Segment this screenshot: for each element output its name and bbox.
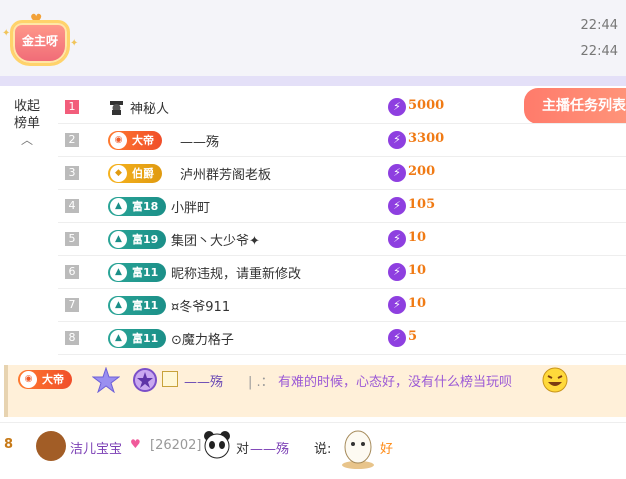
chat-username[interactable]: ——殇 xyxy=(184,371,223,390)
badge-emblem-icon: ◆ xyxy=(110,165,127,182)
ranking-row[interactable]: 7 ▲ 富11 ¤冬爷911 ⚡ 10 xyxy=(58,289,626,322)
badge-label: 大帝 xyxy=(132,134,154,147)
say-label: 说: xyxy=(314,442,332,457)
badge-label: 大帝 xyxy=(42,373,64,386)
badge-label: 富11 xyxy=(132,299,159,312)
score-value: 10 xyxy=(408,230,427,245)
crest-medal-icon xyxy=(133,368,157,392)
rank-number: 2 xyxy=(65,133,79,147)
gift-target-name[interactable]: ——殇 xyxy=(250,438,289,457)
collapse-ranking-button[interactable]: 收起 榜单 ︿ xyxy=(10,98,44,149)
rank-number: 6 xyxy=(65,265,79,279)
rank-number: 3 xyxy=(65,166,79,180)
ranking-row[interactable]: 2 ◉ 大帝 ——殇 ⚡ 3300 xyxy=(58,124,626,157)
chat-text: 有难的时候，心态好，没有什么榜当玩呗 xyxy=(278,375,513,390)
score-value: 10 xyxy=(408,296,427,311)
user-name[interactable]: 泸州群芳阁老板 xyxy=(180,164,271,183)
lightning-icon: ⚡ xyxy=(388,230,406,248)
laughing-emoji-icon xyxy=(542,367,568,393)
level-badge: ◉ 大帝 xyxy=(18,370,72,389)
rank-number: 7 xyxy=(65,298,79,312)
star-medal-icon xyxy=(92,367,120,393)
sparkle-icon: ✦ xyxy=(2,28,11,39)
gift-character-icon xyxy=(342,430,374,469)
rank-number: 4 xyxy=(65,199,79,213)
level-badge: ▲ 富11 xyxy=(108,263,167,282)
score-value: 5000 xyxy=(408,98,445,113)
badge-emblem-icon: ▲ xyxy=(110,297,127,314)
chat-separator: | .： xyxy=(248,375,274,390)
badge-label: 富11 xyxy=(132,332,159,345)
badge-emblem-icon: ▲ xyxy=(110,231,127,248)
level-badge: ◆ 伯爵 xyxy=(108,164,162,183)
user-name[interactable]: ¤冬爷911 xyxy=(171,296,230,315)
score-value: 105 xyxy=(408,197,436,212)
user-name[interactable]: 神秘人 xyxy=(130,98,169,117)
ranking-row[interactable]: 3 ◆ 伯爵 泸州群芳阁老板 ⚡ 200 xyxy=(58,157,626,190)
lightning-icon: ⚡ xyxy=(388,131,406,149)
badge-label: 伯爵 xyxy=(132,167,154,180)
lightning-icon: ⚡ xyxy=(388,296,406,314)
message-time: 22:44 xyxy=(580,18,618,33)
user-name[interactable]: ⊙魔力格子 xyxy=(171,329,234,348)
ranking-row[interactable]: 6 ▲ 富11 昵称违规，请重新修改 ⚡ 10 xyxy=(58,256,626,289)
gift-sender-name[interactable]: 洁儿宝宝 xyxy=(70,438,122,457)
ranking-row[interactable]: 4 ▲ 富18 小胖町 ⚡ 105 xyxy=(58,190,626,223)
badge-label: 富11 xyxy=(132,266,159,279)
chevron-up-icon: ︿ xyxy=(20,133,33,147)
mystery-user-icon xyxy=(110,101,123,115)
message-time: 22:44 xyxy=(580,44,618,59)
divider xyxy=(0,76,626,86)
user-name[interactable]: 小胖町 xyxy=(171,197,210,216)
gift-message: 8 洁儿宝宝 ♥ [26202] 对 ——殇 说: 好 xyxy=(0,422,626,479)
badge-emblem-icon: ▲ xyxy=(110,264,127,281)
ranking-row[interactable]: 1 神秘人 ⚡ 5000 xyxy=(58,91,626,124)
sparkle-icon: ✦ xyxy=(70,38,79,49)
lightning-icon: ⚡ xyxy=(388,164,406,182)
rank-number: 8 xyxy=(65,331,79,345)
badge-emblem-icon: ◉ xyxy=(110,132,127,149)
badge-emblem-icon: ◉ xyxy=(20,371,37,388)
ranking-row[interactable]: 5 ▲ 富19 集团丶大少爷✦ ⚡ 10 xyxy=(58,223,626,256)
collapse-label: 榜单 xyxy=(13,116,40,131)
message-bar xyxy=(4,365,8,417)
rank-number: 1 xyxy=(65,100,79,114)
to-label: 对 xyxy=(236,442,250,457)
level-badge: ▲ 富19 xyxy=(108,230,167,249)
level-badge: ▲ 富11 xyxy=(108,296,167,315)
jinzhu-badge: ♥ 金主呀 ✦ ✦ xyxy=(2,12,78,66)
lightning-icon: ⚡ xyxy=(388,329,406,347)
score-value: 200 xyxy=(408,164,436,179)
heart-icon: ♥ xyxy=(130,437,141,451)
chat-message: ◉ 大帝 ——殇 | .： 有难的时候，心态好，没有什么榜当玩呗 xyxy=(4,365,626,417)
score-value: 10 xyxy=(408,263,427,278)
user-level: 8 xyxy=(4,437,14,452)
lightning-icon: ⚡ xyxy=(388,98,406,116)
chat-header-area xyxy=(0,0,626,76)
panda-icon xyxy=(204,431,230,459)
ranking-row[interactable]: 8 ▲ 富11 ⊙魔力格子 ⚡ 5 xyxy=(58,322,626,355)
score-value: 3300 xyxy=(408,131,445,146)
badge-label: 富19 xyxy=(132,233,159,246)
gift-name: 好 xyxy=(380,442,394,457)
collapse-label: 收起 xyxy=(13,99,40,114)
level-badge: ▲ 富18 xyxy=(108,197,167,216)
user-id: [26202] xyxy=(150,438,202,453)
crown-icon xyxy=(36,431,66,461)
lightning-icon: ⚡ xyxy=(388,263,406,281)
user-icon xyxy=(162,371,178,387)
level-badge: ▲ 富11 xyxy=(108,329,167,348)
badge-emblem-icon: ▲ xyxy=(110,198,127,215)
lightning-icon: ⚡ xyxy=(388,197,406,215)
badge-emblem-icon: ▲ xyxy=(110,330,127,347)
level-badge: ◉ 大帝 xyxy=(108,131,162,150)
score-value: 5 xyxy=(408,329,418,344)
rank-number: 5 xyxy=(65,232,79,246)
user-name[interactable]: 昵称违规，请重新修改 xyxy=(171,263,301,282)
user-name[interactable]: ——殇 xyxy=(180,131,219,150)
user-name[interactable]: 集团丶大少爷✦ xyxy=(171,230,260,249)
badge-label: 富18 xyxy=(132,200,159,213)
badge-label: 金主呀 xyxy=(21,34,58,48)
